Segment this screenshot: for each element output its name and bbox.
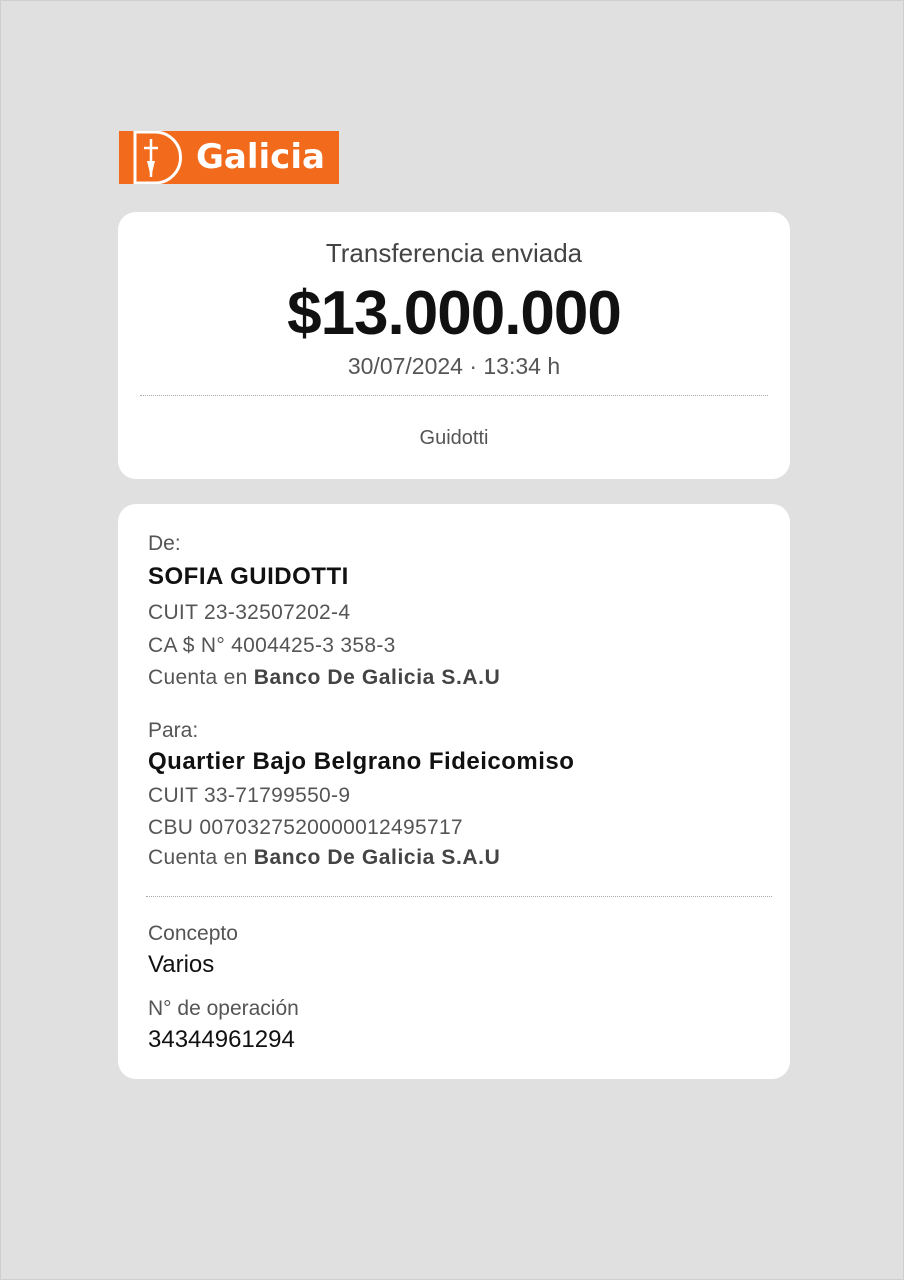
brand-name: Galicia bbox=[196, 137, 325, 177]
operation-number: 34344961294 bbox=[148, 1026, 295, 1053]
summary-divider bbox=[140, 395, 768, 396]
from-bank-line: Cuenta en Banco De Galicia S.A.U bbox=[148, 666, 500, 690]
from-label: De: bbox=[148, 532, 181, 555]
from-name: SOFIA GUIDOTTI bbox=[148, 563, 349, 590]
to-name: Quartier Bajo Belgrano Fideicomiso bbox=[148, 748, 575, 775]
galicia-logo: Galicia bbox=[119, 131, 339, 184]
to-bank-name: Banco De Galicia S.A.U bbox=[253, 846, 501, 869]
to-bank-prefix: Cuenta en bbox=[148, 846, 254, 869]
transfer-status-title: Transferencia enviada bbox=[325, 238, 583, 268]
from-bank-name: Banco De Galicia S.A.U bbox=[253, 666, 501, 689]
operation-label: N° de operación bbox=[148, 997, 299, 1020]
concept-value: Varios bbox=[148, 951, 215, 978]
transfer-summary-card: Transferencia enviada $13.000.000 30/07/… bbox=[118, 212, 790, 479]
to-label: Para: bbox=[148, 719, 199, 742]
recipient-short-name: Guidotti bbox=[419, 427, 489, 449]
details-divider bbox=[146, 896, 772, 897]
from-account: CA $ N° 4004425-3 358-3 bbox=[148, 634, 396, 657]
to-cbu: CBU 0070327520000012495717 bbox=[148, 816, 463, 839]
to-bank-line: Cuenta en Banco De Galicia S.A.U bbox=[148, 846, 500, 870]
transfer-datetime: 30/07/2024 · 13:34 h bbox=[347, 353, 561, 379]
to-cuit: CUIT 33-71799550-9 bbox=[148, 784, 351, 807]
from-bank-prefix: Cuenta en bbox=[148, 666, 254, 689]
galicia-emblem-icon bbox=[133, 131, 182, 184]
transfer-details-card: De: SOFIA GUIDOTTI CUIT 23-32507202-4 CA… bbox=[118, 504, 790, 1079]
concept-label: Concepto bbox=[148, 922, 238, 945]
from-cuit: CUIT 23-32507202-4 bbox=[148, 601, 351, 624]
transfer-amount: $13.000.000 bbox=[287, 279, 622, 348]
